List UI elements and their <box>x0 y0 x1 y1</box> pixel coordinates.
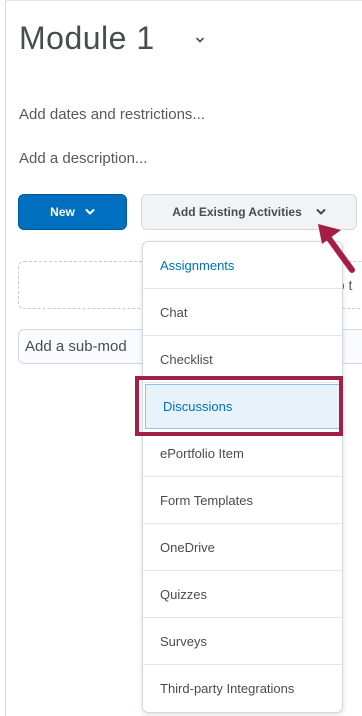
top-divider <box>5 0 362 1</box>
page-title: Module 1 <box>19 20 155 56</box>
menu-item-form-templates[interactable]: Form Templates <box>143 477 342 524</box>
add-existing-activities-label: Add Existing Activities <box>172 205 302 219</box>
menu-item-quizzes[interactable]: Quizzes <box>143 571 342 618</box>
menu-item-third-party-integrations[interactable]: Third-party Integrations <box>143 665 342 712</box>
annotation-highlight-box <box>135 376 343 436</box>
activities-dropdown-menu: Assignments Chat Checklist Discussions e… <box>142 241 343 713</box>
chevron-down-icon[interactable] <box>196 36 204 44</box>
menu-item-eportfolio-item[interactable]: ePortfolio Item <box>143 430 342 477</box>
add-dates-link[interactable]: Add dates and restrictions... <box>19 106 205 123</box>
chevron-down-icon <box>85 209 95 215</box>
arrow-icon <box>318 224 355 273</box>
menu-item-assignments[interactable]: Assignments <box>143 242 342 289</box>
menu-item-surveys[interactable]: Surveys <box>143 618 342 665</box>
menu-item-chat[interactable]: Chat <box>143 289 342 336</box>
add-description-link[interactable]: Add a description... <box>19 150 147 167</box>
new-button[interactable]: New <box>18 194 127 230</box>
chevron-down-icon <box>316 209 326 215</box>
new-button-label: New <box>50 205 75 219</box>
menu-item-onedrive[interactable]: OneDrive <box>143 524 342 571</box>
